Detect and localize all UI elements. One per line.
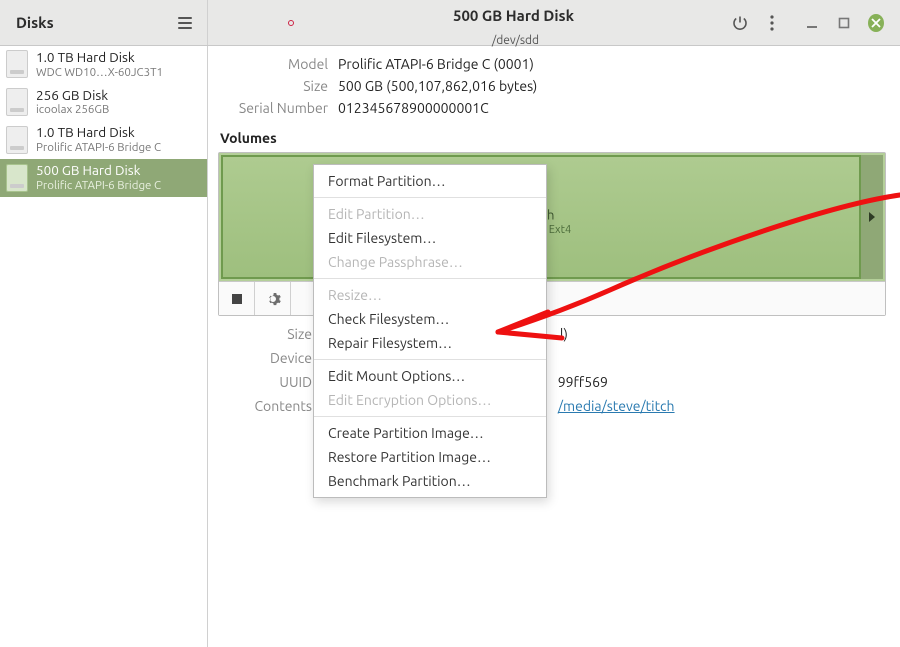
menu-separator xyxy=(314,278,546,279)
record-icon xyxy=(288,20,294,26)
hdd-icon xyxy=(6,126,28,154)
menu-edit-encryption-options: Edit Encryption Options… xyxy=(314,388,546,412)
hdd-icon xyxy=(6,88,28,116)
hdd-icon xyxy=(6,164,28,192)
label-device: Device xyxy=(222,350,312,366)
value-serial: 012345678900000001C xyxy=(338,100,886,116)
minimize-button[interactable] xyxy=(797,8,827,38)
drive-item[interactable]: 1.0 TB Hard Disk WDC WD10…X-60JC3T1 xyxy=(0,46,207,84)
drive-name: 500 GB Hard Disk xyxy=(36,163,161,179)
drive-list[interactable]: 1.0 TB Hard Disk WDC WD10…X-60JC3T1 256 … xyxy=(0,46,208,647)
app-menu-button[interactable] xyxy=(170,8,200,38)
hdd-icon xyxy=(6,50,28,78)
drive-item[interactable]: 1.0 TB Hard Disk Prolific ATAPI-6 Bridge… xyxy=(0,121,207,159)
drive-name: 1.0 TB Hard Disk xyxy=(36,125,161,141)
menu-repair-filesystem[interactable]: Repair Filesystem… xyxy=(314,331,546,355)
label-model: Model xyxy=(218,56,328,72)
power-button[interactable] xyxy=(725,8,755,38)
menu-edit-filesystem[interactable]: Edit Filesystem… xyxy=(314,226,546,250)
chevron-right-icon xyxy=(868,212,876,222)
menu-restore-partition-image[interactable]: Restore Partition Image… xyxy=(314,445,546,469)
hamburger-icon xyxy=(178,17,192,29)
maximize-icon xyxy=(838,17,850,29)
drive-desc: WDC WD10…X-60JC3T1 xyxy=(36,66,163,79)
close-button[interactable] xyxy=(861,8,891,38)
close-icon xyxy=(868,14,884,32)
value-size: 500 GB (500,107,862,016 bytes) xyxy=(338,78,886,94)
mount-point-link[interactable]: /media/steve/titch xyxy=(558,398,675,414)
header-bar: Disks 500 GB Hard Disk /dev/sdd xyxy=(0,0,900,46)
drive-name: 256 GB Disk xyxy=(36,88,109,104)
volumes-heading: Volumes xyxy=(220,130,886,146)
menu-edit-partition: Edit Partition… xyxy=(314,202,546,226)
label-size: Size xyxy=(218,78,328,94)
label-contents: Contents xyxy=(222,398,312,414)
menu-separator xyxy=(314,416,546,417)
partition-settings-menu[interactable]: Format Partition… Edit Partition… Edit F… xyxy=(313,164,547,498)
menu-edit-mount-options[interactable]: Edit Mount Options… xyxy=(314,364,546,388)
menu-check-filesystem[interactable]: Check Filesystem… xyxy=(314,307,546,331)
drive-name: 1.0 TB Hard Disk xyxy=(36,50,163,66)
unmount-button[interactable] xyxy=(219,282,255,315)
menu-separator xyxy=(314,359,546,360)
disk-title: 500 GB Hard Disk xyxy=(307,0,724,34)
power-icon xyxy=(732,15,748,31)
gear-icon xyxy=(265,291,281,307)
drive-item[interactable]: 256 GB Disk icoolax 256GB xyxy=(0,84,207,122)
maximize-button[interactable] xyxy=(829,8,859,38)
drive-menu-button[interactable] xyxy=(757,8,787,38)
label-part-size: Size xyxy=(222,326,312,342)
menu-separator xyxy=(314,197,546,198)
stop-icon xyxy=(232,294,242,304)
value-part-size-tail: l) xyxy=(560,326,568,342)
menu-change-passphrase: Change Passphrase… xyxy=(314,250,546,274)
app-title: Disks xyxy=(16,14,169,31)
label-serial: Serial Number xyxy=(218,100,328,116)
drive-item-selected[interactable]: 500 GB Hard Disk Prolific ATAPI-6 Bridge… xyxy=(0,159,207,197)
menu-resize: Resize… xyxy=(314,283,546,307)
value-uuid-tail: 99ff569 xyxy=(558,374,608,390)
menu-format-partition[interactable]: Format Partition… xyxy=(314,169,546,193)
menu-create-partition-image[interactable]: Create Partition Image… xyxy=(314,421,546,445)
value-model: Prolific ATAPI-6 Bridge C (0001) xyxy=(338,56,886,72)
main-panel: Model Prolific ATAPI-6 Bridge C (0001) S… xyxy=(208,46,900,647)
settings-button[interactable] xyxy=(255,282,291,315)
kebab-icon xyxy=(770,15,774,31)
partition-next-button[interactable] xyxy=(861,155,883,279)
menu-benchmark-partition[interactable]: Benchmark Partition… xyxy=(314,469,546,493)
drive-desc: icoolax 256GB xyxy=(36,103,109,116)
drive-desc: Prolific ATAPI-6 Bridge C xyxy=(36,141,161,154)
label-uuid: UUID xyxy=(222,374,312,390)
record-button[interactable] xyxy=(276,8,306,38)
minimize-icon xyxy=(806,17,818,29)
drive-desc: Prolific ATAPI-6 Bridge C xyxy=(36,179,161,192)
